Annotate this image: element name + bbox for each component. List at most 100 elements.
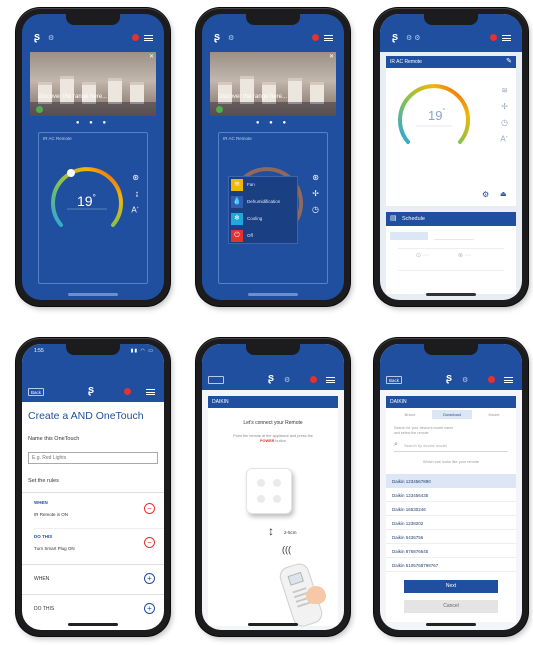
settings-gear-icon[interactable]: ⚙ [482,190,489,199]
back-button[interactable]: Back [386,376,402,384]
mode-option-dehumidification[interactable]: 💧 Dehumidification [229,194,299,210]
schedule-tab-active[interactable] [390,232,428,240]
menu-icon[interactable] [326,377,335,383]
phone-mode-menu: ʂ ⚙ Discover the range here... ✕ ● ● ● I… [196,8,350,306]
notification-icon[interactable] [132,34,139,41]
promo-banner[interactable]: Discover the range here... ✕ [210,52,336,116]
back-button[interactable]: Back [28,388,44,396]
model-item[interactable]: Daikin 16530246 [386,502,516,516]
notification-icon[interactable] [124,388,131,395]
remove-dothis-icon[interactable]: − [144,537,155,548]
distance-label: 2-5cm [284,530,297,535]
divider [22,492,164,493]
app-logo-icon[interactable]: ʂ [34,31,40,43]
swing-icon[interactable]: ✢ [312,189,319,198]
name-label: Name this OneTouch [28,436,80,442]
notch [424,344,478,355]
app-logo-icon[interactable]: ʂ [268,372,274,384]
model-item[interactable]: Daikin 876876645 [386,544,516,558]
back-button[interactable] [208,376,224,384]
cancel-button[interactable]: Cancel [404,600,498,613]
add-when-row[interactable]: WHEN + [22,568,164,590]
phone-connect-remote: ʂ ⚙ DAIKIN Let's connect your Remote Poi… [196,338,350,636]
model-item[interactable]: Daikin 5105768798767 [386,558,516,572]
promo-banner[interactable]: Discover the range here... ✕ [30,52,156,116]
fan-speed-icon[interactable]: ⊛ [132,173,139,182]
schedule-header: ▤ Schedule [386,212,516,226]
mode-option-fan[interactable]: ≋ Fan [229,177,299,193]
tab-brand[interactable]: Brand [392,412,428,417]
fan-speed-icon[interactable]: ⊛ [312,173,319,182]
tab-model[interactable]: Model [476,412,512,417]
auto-mode-icon[interactable]: A+ [500,134,508,144]
model-item[interactable]: Daikin 5436756 [386,530,516,544]
timer-icon[interactable]: ◷ [501,118,508,127]
temperature-unit: ° [92,193,96,202]
close-icon[interactable]: ✕ [329,53,334,60]
mode-option-off[interactable]: ⏻ Off [229,228,299,244]
app-logo-icon[interactable]: ʂ [214,31,220,43]
device-card[interactable]: IR AC Remote 19° ⊛ ↨ A+ [38,132,148,284]
notification-icon[interactable] [488,376,495,383]
menu-icon[interactable] [504,377,513,383]
model-item-selected[interactable]: Daikin 1234567890 [386,474,516,488]
swing-icon[interactable]: ✢ [501,102,508,111]
rule-when[interactable]: WHEN IR Remote is ON − [22,498,164,524]
fan-speed-icon[interactable]: ≋ [501,86,508,95]
notification-icon[interactable] [312,34,319,41]
fan-mode-icon: ≋ [231,179,243,191]
model-item[interactable]: Daikin 123456435 [386,488,516,502]
settings-icon[interactable]: ⚙ ⚙ [406,34,421,42]
menu-icon[interactable] [502,35,511,41]
search-placeholder: Search by device model [404,443,447,448]
settings-icon[interactable]: ⚙ [462,376,468,384]
app-logo-icon[interactable]: ʂ [446,372,452,384]
settings-icon[interactable]: ⚙ [48,34,54,42]
temperature-value: 19° [77,193,96,209]
rule-dothis[interactable]: DO THIS Turn Smart Plug ON − [22,532,164,558]
carousel-dots[interactable]: ● ● ● [22,120,164,126]
phone-home-screen: ʂ ⚙ Discover the range here... ✕ ● ● ● I… [16,8,170,306]
add-schedule-icon[interactable]: ⊙ ⋯ [416,252,429,259]
tab-download[interactable]: Download [432,410,472,419]
app-logo-icon[interactable]: ʂ [88,384,94,396]
divider [22,564,164,565]
close-icon[interactable]: ✕ [149,53,154,60]
phone-3-screen: ʂ ⚙ ⚙ IR AC Remote ✎ 19° ≋ ✢ ◷ A+ ⚙ ⏏ ▤ … [380,14,522,300]
auto-mode-icon[interactable]: A+ [131,205,139,215]
person-icon[interactable]: ⏏ [500,190,507,198]
name-input[interactable] [28,452,158,464]
delete-schedule-icon[interactable]: ⊗ ⋯ [458,252,471,259]
menu-icon[interactable] [324,35,333,41]
phone-device-detail: ʂ ⚙ ⚙ IR AC Remote ✎ 19° ≋ ✢ ◷ A+ ⚙ ⏏ ▤ … [374,8,528,306]
add-when-icon[interactable]: + [144,573,155,584]
schedule-tab[interactable] [434,232,474,240]
next-button[interactable]: Next [404,580,498,593]
phone-4-screen: 1:55 ▮▮ ◠ ▭ Back ʂ Create a AND OneTouch… [22,344,164,630]
app-logo-icon[interactable]: ʂ [392,31,398,43]
banner-overlay [210,102,336,116]
building-image [310,82,324,104]
swing-icon[interactable]: ↨ [135,189,139,198]
settings-icon[interactable]: ⚙ [284,376,290,384]
model-item[interactable]: Daikin 1238202 [386,516,516,530]
settings-icon[interactable]: ⚙ [228,34,234,42]
schedule-panel: ▤ Schedule ⊙ ⋯ ⊗ ⋯ [386,212,516,294]
add-dothis-row[interactable]: DO THIS + [22,600,164,622]
building-image [38,82,52,104]
remove-when-icon[interactable]: − [144,503,155,514]
add-dothis-icon[interactable]: + [144,603,155,614]
signal-icon: ▮▮ ◠ ▭ [130,348,154,354]
mode-option-cooling[interactable]: ❄ Cooling [229,211,299,227]
model-list: Daikin 1234567890 Daikin 123456435 Daiki… [386,474,516,572]
device-button [273,479,281,487]
search-bar[interactable]: ⌕ Search by device model [394,440,508,452]
menu-icon[interactable] [144,35,153,41]
notification-icon[interactable] [310,376,317,383]
timer-icon[interactable]: ◷ [312,205,319,214]
notification-icon[interactable] [490,34,497,41]
banner-badge-icon [36,106,43,113]
carousel-dots[interactable]: ● ● ● [202,120,344,126]
menu-icon[interactable] [146,389,155,395]
edit-icon[interactable]: ✎ [506,57,512,65]
